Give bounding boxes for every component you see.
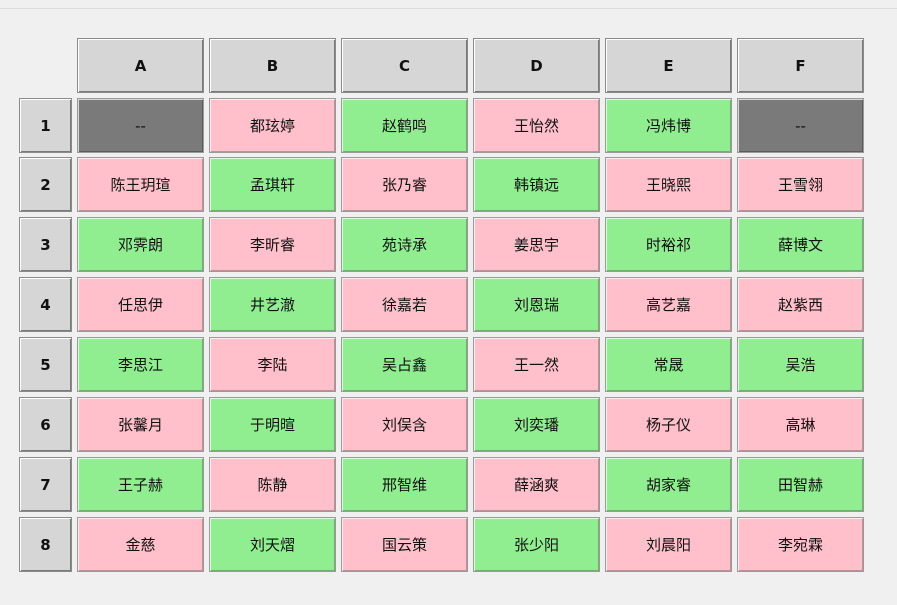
- row-header-4: 4: [19, 277, 72, 332]
- seat-button-1a[interactable]: --: [77, 98, 204, 153]
- seat-button-5e[interactable]: 常晟: [605, 337, 732, 392]
- row-header-5: 5: [19, 337, 72, 392]
- seat-button-2f[interactable]: 王雪翎: [737, 157, 864, 212]
- seat-button-6d[interactable]: 刘奕璠: [473, 397, 600, 452]
- column-header-c: C: [341, 38, 468, 93]
- seat-button-5a[interactable]: 李思江: [77, 337, 204, 392]
- seat-button-6e[interactable]: 杨子仪: [605, 397, 732, 452]
- seat-button-6a[interactable]: 张馨月: [77, 397, 204, 452]
- seat-button-7d[interactable]: 薛涵爽: [473, 457, 600, 512]
- seat-button-2e[interactable]: 王晓熙: [605, 157, 732, 212]
- seat-button-8c[interactable]: 国云策: [341, 517, 468, 572]
- seat-button-2c[interactable]: 张乃睿: [341, 157, 468, 212]
- seat-button-7c[interactable]: 邢智维: [341, 457, 468, 512]
- seat-button-6f[interactable]: 高琳: [737, 397, 864, 452]
- seat-button-7b[interactable]: 陈静: [209, 457, 336, 512]
- seat-button-2a[interactable]: 陈王玥瑄: [77, 157, 204, 212]
- seat-button-8a[interactable]: 金慈: [77, 517, 204, 572]
- column-header-b: B: [209, 38, 336, 93]
- seat-button-7f[interactable]: 田智赫: [737, 457, 864, 512]
- seat-button-6b[interactable]: 于明暄: [209, 397, 336, 452]
- seat-button-1e[interactable]: 冯炜博: [605, 98, 732, 153]
- seat-button-2b[interactable]: 孟琪轩: [209, 157, 336, 212]
- row-header-1: 1: [19, 98, 72, 153]
- row-header-3: 3: [19, 217, 72, 272]
- seat-button-5b[interactable]: 李陆: [209, 337, 336, 392]
- seat-button-8b[interactable]: 刘天熠: [209, 517, 336, 572]
- seat-button-5d[interactable]: 王一然: [473, 337, 600, 392]
- seat-button-4b[interactable]: 井艺澈: [209, 277, 336, 332]
- row-header-6: 6: [19, 397, 72, 452]
- row-header-8: 8: [19, 517, 72, 572]
- seat-button-1d[interactable]: 王怡然: [473, 98, 600, 153]
- seat-button-1b[interactable]: 都玹婷: [209, 98, 336, 153]
- seat-button-3b[interactable]: 李昕睿: [209, 217, 336, 272]
- column-header-a: A: [77, 38, 204, 93]
- seat-button-8f[interactable]: 李宛霖: [737, 517, 864, 572]
- seat-button-4a[interactable]: 任思伊: [77, 277, 204, 332]
- seat-button-6c[interactable]: 刘俣含: [341, 397, 468, 452]
- seat-button-4d[interactable]: 刘恩瑞: [473, 277, 600, 332]
- column-header-f: F: [737, 38, 864, 93]
- seat-button-5c[interactable]: 吴占鑫: [341, 337, 468, 392]
- seat-button-7e[interactable]: 胡家睿: [605, 457, 732, 512]
- seat-button-8d[interactable]: 张少阳: [473, 517, 600, 572]
- seat-button-7a[interactable]: 王子赫: [77, 457, 204, 512]
- seat-button-4e[interactable]: 高艺嘉: [605, 277, 732, 332]
- seat-button-4c[interactable]: 徐嘉若: [341, 277, 468, 332]
- seat-button-3e[interactable]: 时裕祁: [605, 217, 732, 272]
- seat-button-2d[interactable]: 韩镇远: [473, 157, 600, 212]
- top-border-strip: [0, 0, 897, 9]
- column-header-d: D: [473, 38, 600, 93]
- seat-button-1c[interactable]: 赵鹤鸣: [341, 98, 468, 153]
- seat-button-3d[interactable]: 姜思宇: [473, 217, 600, 272]
- seat-button-8e[interactable]: 刘晨阳: [605, 517, 732, 572]
- seat-button-1f[interactable]: --: [737, 98, 864, 153]
- seat-button-4f[interactable]: 赵紫西: [737, 277, 864, 332]
- row-header-7: 7: [19, 457, 72, 512]
- seat-button-5f[interactable]: 吴浩: [737, 337, 864, 392]
- column-header-e: E: [605, 38, 732, 93]
- seating-chart-window: A B C D E F 1 -- 都玹婷 赵鹤鸣 王怡然 冯炜博 -- 2 陈王玥瑄 孟琪轩 张乃睿 韩镇远 王晓熙…: [0, 0, 897, 605]
- seat-button-3c[interactable]: 苑诗承: [341, 217, 468, 272]
- seat-button-3f[interactable]: 薛博文: [737, 217, 864, 272]
- seat-button-3a[interactable]: 邓霁朗: [77, 217, 204, 272]
- row-header-2: 2: [19, 157, 72, 212]
